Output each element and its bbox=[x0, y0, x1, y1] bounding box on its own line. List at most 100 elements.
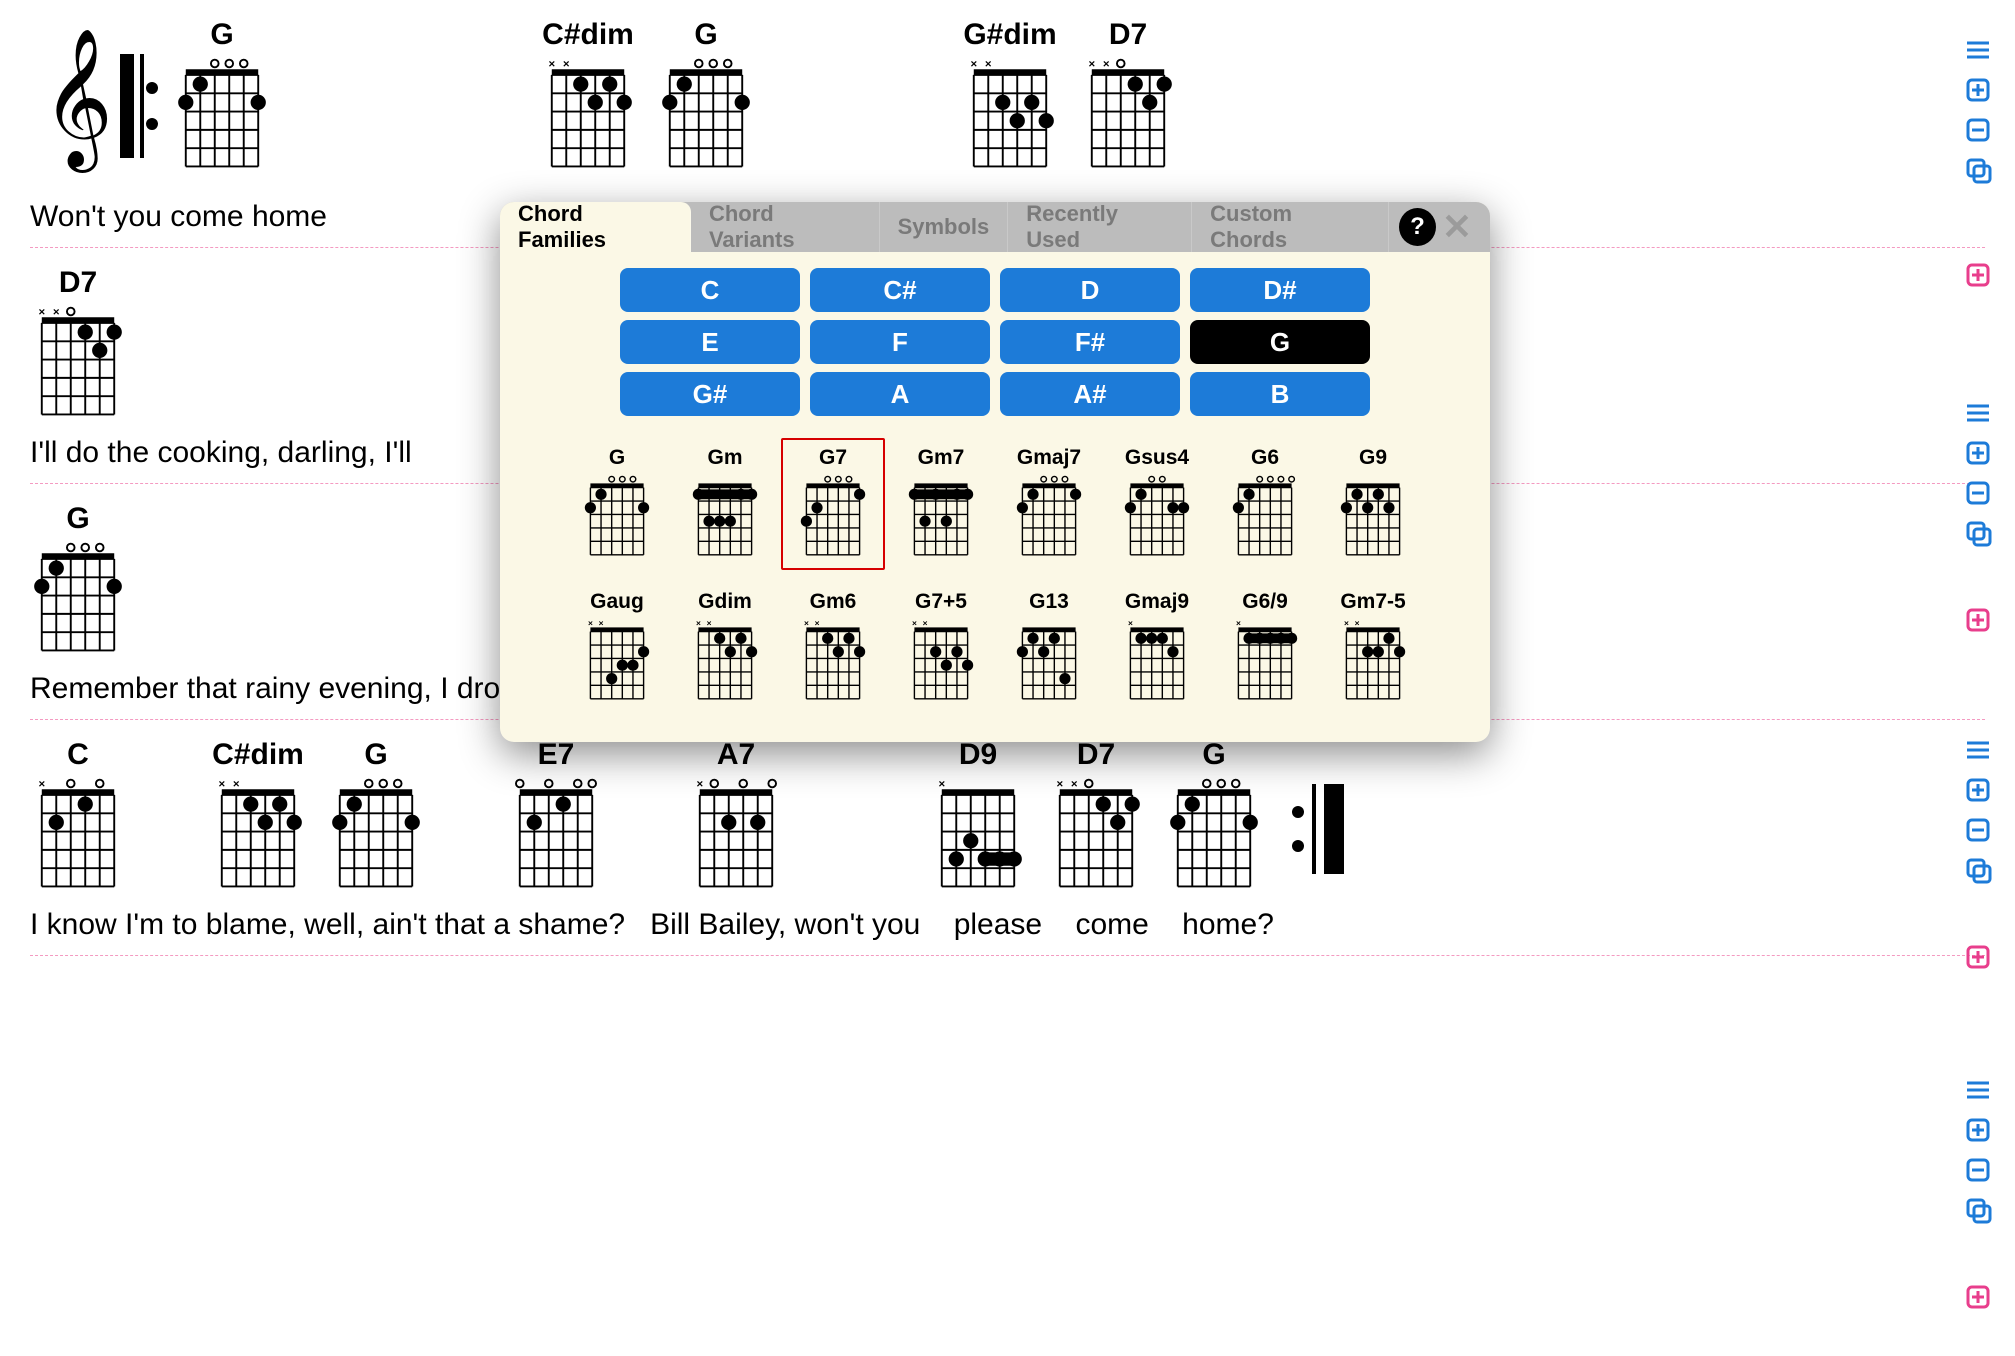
root-C[interactable]: C bbox=[620, 268, 800, 312]
root-Asharp[interactable]: A# bbox=[1000, 372, 1180, 416]
chord-block[interactable]: D7×× bbox=[1048, 738, 1144, 896]
chord-name: C bbox=[30, 738, 126, 772]
insert-row-icon[interactable] bbox=[1963, 942, 1993, 972]
chord-name: G bbox=[328, 738, 424, 772]
chord-block[interactable]: G bbox=[174, 18, 270, 176]
chord-name: Gm7-5 bbox=[1340, 590, 1405, 614]
insert-row-icon[interactable] bbox=[1963, 605, 1993, 635]
chord-block[interactable]: G bbox=[328, 738, 424, 896]
chord-G[interactable]: G bbox=[565, 438, 669, 570]
chord-block bbox=[838, 18, 878, 168]
tab-custom-chords[interactable]: Custom Chords bbox=[1192, 202, 1389, 252]
svg-text:×: × bbox=[804, 618, 809, 628]
chord-name: Gdim bbox=[698, 590, 752, 614]
chord-block[interactable]: D7×× bbox=[30, 266, 126, 424]
root-Gsharp[interactable]: G# bbox=[620, 372, 800, 416]
row-add-icon[interactable] bbox=[1963, 75, 1993, 105]
chord-Gm7[interactable]: Gm7 bbox=[889, 438, 993, 570]
chord-block[interactable]: G#dim×× bbox=[962, 18, 1058, 176]
help-icon[interactable]: ? bbox=[1399, 208, 1436, 246]
chord-Gsus4[interactable]: Gsus4 bbox=[1105, 438, 1209, 570]
chord-block[interactable]: D7×× bbox=[1080, 18, 1176, 176]
chord-name: D7 bbox=[1080, 18, 1176, 52]
root-D[interactable]: D bbox=[1000, 268, 1180, 312]
insert-row-button[interactable] bbox=[1963, 942, 1993, 977]
row-add-icon[interactable] bbox=[1963, 775, 1993, 805]
row-menu-icon[interactable] bbox=[1963, 735, 1993, 765]
tab-chord-variants[interactable]: Chord Variants bbox=[691, 202, 880, 252]
row-remove-icon[interactable] bbox=[1963, 815, 1993, 845]
tab-chord-families[interactable]: Chord Families bbox=[500, 202, 691, 252]
root-B[interactable]: B bbox=[1190, 372, 1370, 416]
chord-name: G9 bbox=[1359, 446, 1387, 470]
lyric-line[interactable]: I know I'm to blame, well, ain't that a … bbox=[30, 908, 2015, 942]
chord-Gm6[interactable]: Gm6×× bbox=[781, 582, 885, 714]
root-Csharp[interactable]: C# bbox=[810, 268, 990, 312]
row-duplicate-icon[interactable] bbox=[1963, 1195, 1993, 1225]
insert-row-icon[interactable] bbox=[1963, 1282, 1993, 1312]
root-E[interactable]: E bbox=[620, 320, 800, 364]
chord-name: G#dim bbox=[962, 18, 1058, 52]
chord-Gm[interactable]: Gm bbox=[673, 438, 777, 570]
root-F[interactable]: F bbox=[810, 320, 990, 364]
chord-block bbox=[148, 738, 188, 888]
row-menu-icon[interactable] bbox=[1963, 398, 1993, 428]
svg-text:×: × bbox=[696, 618, 701, 628]
chord-Gm75[interactable]: Gm7-5×× bbox=[1321, 582, 1425, 714]
insert-row-icon[interactable] bbox=[1963, 260, 1993, 290]
chord-block[interactable]: C#dim×× bbox=[540, 18, 636, 176]
chord-G6[interactable]: G6 bbox=[1213, 438, 1317, 570]
chord-G13[interactable]: G13 bbox=[997, 582, 1101, 714]
chord-G7[interactable]: G7 bbox=[781, 438, 885, 570]
chord-Gaug[interactable]: Gaug×× bbox=[565, 582, 669, 714]
chord-block[interactable]: C#dim×× bbox=[210, 738, 306, 896]
song-row: C×C#dim××GE7A7×D9×D7××G I know I'm to bl… bbox=[0, 720, 2015, 956]
chord-name: D9 bbox=[930, 738, 1026, 772]
row-remove-icon[interactable] bbox=[1963, 115, 1993, 145]
svg-text:×: × bbox=[1236, 618, 1241, 628]
chord-block bbox=[900, 18, 940, 168]
chord-G75[interactable]: G7+5×× bbox=[889, 582, 993, 714]
row-duplicate-icon[interactable] bbox=[1963, 855, 1993, 885]
chord-Gmaj7[interactable]: Gmaj7 bbox=[997, 438, 1101, 570]
row-menu-icon[interactable] bbox=[1963, 35, 1993, 65]
chord-name: G bbox=[30, 502, 126, 536]
row-remove-icon[interactable] bbox=[1963, 1155, 1993, 1185]
close-icon[interactable]: ✕ bbox=[1442, 202, 1472, 252]
row-add-icon[interactable] bbox=[1963, 1115, 1993, 1145]
row-add-icon[interactable] bbox=[1963, 438, 1993, 468]
row-duplicate-icon[interactable] bbox=[1963, 518, 1993, 548]
modal-tabs: Chord FamiliesChord VariantsSymbolsRecen… bbox=[500, 202, 1490, 252]
tab-recently-used[interactable]: Recently Used bbox=[1008, 202, 1192, 252]
chord-block[interactable]: G bbox=[30, 502, 126, 660]
insert-row-button[interactable] bbox=[1963, 1282, 1993, 1317]
root-G[interactable]: G bbox=[1190, 320, 1370, 364]
chord-Gdim[interactable]: Gdim×× bbox=[673, 582, 777, 714]
root-Dsharp[interactable]: D# bbox=[1190, 268, 1370, 312]
insert-row-button[interactable] bbox=[1963, 260, 1993, 295]
tab-symbols[interactable]: Symbols bbox=[880, 202, 1009, 252]
root-Fsharp[interactable]: F# bbox=[1000, 320, 1180, 364]
row-remove-icon[interactable] bbox=[1963, 478, 1993, 508]
svg-text:𝄞: 𝄞 bbox=[42, 30, 113, 173]
chord-block[interactable]: E7 bbox=[508, 738, 604, 896]
chord-G69[interactable]: G6/9× bbox=[1213, 582, 1317, 714]
row-duplicate-icon[interactable] bbox=[1963, 155, 1993, 185]
chord-block[interactable]: A7× bbox=[688, 738, 784, 896]
root-note-grid: CC#DD# EFF#G G#AA#B bbox=[500, 252, 1490, 426]
insert-row-button[interactable] bbox=[1963, 605, 1993, 640]
chord-Gmaj9[interactable]: Gmaj9× bbox=[1105, 582, 1209, 714]
chord-G9[interactable]: G9 bbox=[1321, 438, 1425, 570]
chord-name: G13 bbox=[1029, 590, 1069, 614]
chord-block[interactable]: C× bbox=[30, 738, 126, 896]
svg-text:×: × bbox=[38, 778, 45, 790]
svg-text:×: × bbox=[1128, 618, 1133, 628]
root-A[interactable]: A bbox=[810, 372, 990, 416]
chord-block[interactable]: G bbox=[658, 18, 754, 176]
chord-block[interactable]: G bbox=[1166, 738, 1262, 896]
repeat-end bbox=[1284, 766, 1364, 892]
row-menu-icon[interactable] bbox=[1963, 1075, 1993, 1105]
chord-name: G bbox=[174, 18, 270, 52]
chord-block bbox=[416, 18, 456, 168]
chord-block[interactable]: D9× bbox=[930, 738, 1026, 896]
